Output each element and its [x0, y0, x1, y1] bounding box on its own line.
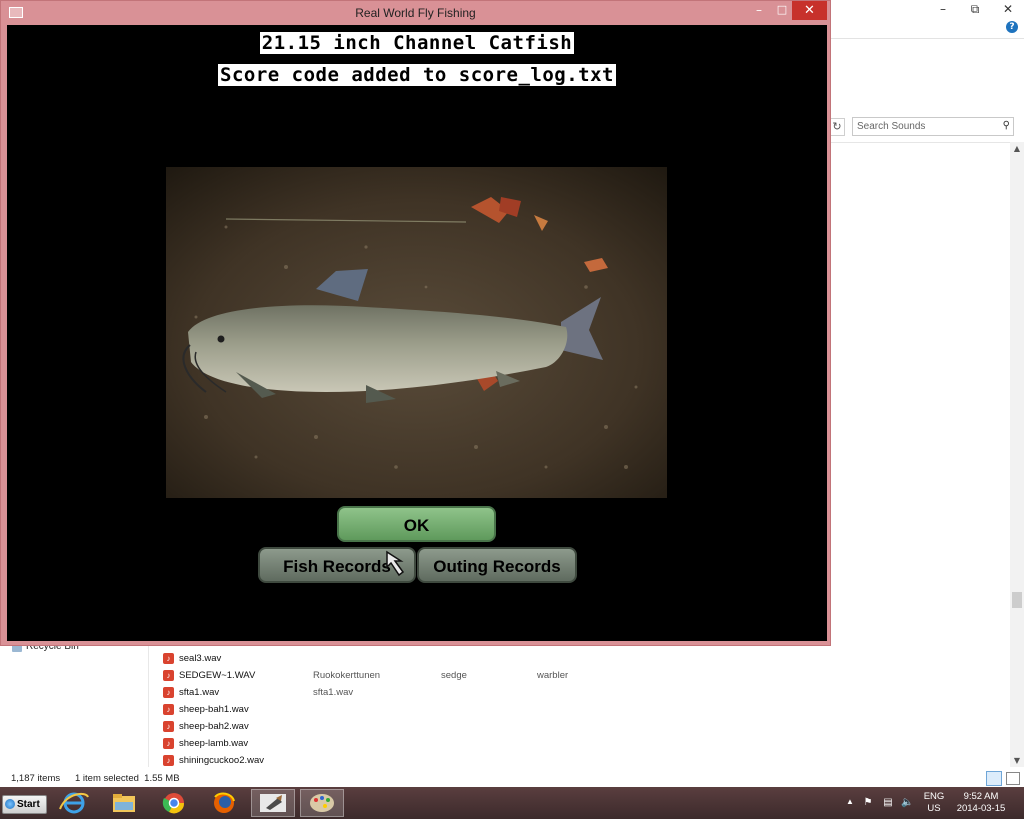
catfish-photo	[166, 167, 667, 498]
explorer-titlebar: – ⧉ ✕	[830, 0, 1024, 18]
file-list-item[interactable]: ♪ SEDGEW~1.WAV Ruokokerttunen sedge warbler	[162, 667, 762, 684]
explorer-ribbon-row: ?	[830, 18, 1024, 39]
large-icons-view-icon[interactable]	[1006, 772, 1020, 785]
minimize-button[interactable]: –	[746, 1, 772, 21]
file-list-item[interactable]: ♪ sfta1.wav sfta1.wav	[162, 684, 762, 701]
network-icon[interactable]: ▤	[882, 797, 894, 808]
audio-file-icon: ♪	[163, 670, 174, 681]
scrollbar-thumb[interactable]	[1012, 592, 1022, 608]
taskbar: Start ▲ ⚑ ▤ 🔈 ENG US 9:52 AM 2014-03-15	[0, 787, 1024, 819]
file-name: sheep-bah1.wav	[179, 704, 249, 715]
navigation-pane: Recycle Bin	[0, 640, 149, 767]
score-caption-text: Score code added to score_log.txt	[218, 64, 616, 86]
volume-icon[interactable]: 🔈	[901, 797, 913, 808]
clock-time: 9:52 AM	[963, 791, 999, 802]
language-code: ENG	[923, 791, 945, 802]
start-label: Start	[17, 799, 40, 810]
explorer-minimize-button[interactable]: –	[930, 0, 956, 18]
file-title: Ruokokerttunen	[313, 670, 381, 681]
selection-info: 1 item selected 1.55 MB	[75, 773, 180, 784]
paint-icon[interactable]	[300, 789, 344, 817]
chrome-icon[interactable]	[152, 789, 196, 817]
catfish-photo-graphic	[166, 167, 667, 498]
search-input[interactable]	[853, 118, 991, 135]
explorer-restore-button[interactable]: ⧉	[962, 0, 988, 18]
file-title: sfta1.wav	[313, 687, 354, 698]
ok-button[interactable]: OK	[337, 506, 496, 542]
file-explorer-icon[interactable]	[102, 789, 146, 817]
refresh-icon[interactable]: ↻	[830, 118, 845, 136]
file-name: shiningcuckoo2.wav	[179, 755, 265, 766]
file-list-scrollbar[interactable]: ▲ ▼	[1010, 142, 1024, 767]
file-list-item[interactable]: ♪ seal3.wav	[162, 650, 762, 667]
maximize-button[interactable]: □	[772, 1, 792, 21]
action-center-flag-icon[interactable]: ⚑	[862, 797, 874, 808]
clock[interactable]: 9:52 AM 2014-03-15	[953, 791, 1009, 815]
audio-file-icon: ♪	[163, 704, 174, 715]
file-contributing-artist: sedge	[441, 670, 467, 681]
show-hidden-icons-icon[interactable]: ▲	[846, 797, 854, 806]
windows-orb-icon	[5, 799, 15, 809]
file-list-item[interactable]: ♪ sheep-bah2.wav	[162, 718, 762, 735]
catch-caption-text: 21.15 inch Channel Catfish	[259, 32, 575, 54]
fly-fishing-window: Real World Fly Fishing – □ ✕ 21.15 inch …	[0, 0, 831, 646]
search-icon[interactable]: ⚲	[1003, 120, 1010, 131]
input-language-indicator[interactable]: ENG US	[922, 791, 946, 815]
column-header-divider	[830, 142, 1024, 143]
game-titlebar[interactable]: Real World Fly Fishing – □ ✕	[1, 1, 830, 25]
outing-records-button[interactable]: Outing Records	[417, 547, 577, 583]
audio-file-icon: ♪	[163, 755, 174, 766]
catch-caption: 21.15 inch Channel Catfish	[7, 32, 827, 54]
search-box[interactable]: ⚲	[852, 117, 1014, 136]
scroll-up-icon[interactable]: ▲	[1010, 144, 1024, 153]
keyboard-layout: US	[927, 803, 941, 814]
file-list-item[interactable]: ♪ shiningcuckoo2.wav	[162, 752, 762, 769]
clock-date: 2014-03-15	[956, 803, 1006, 814]
explorer-address-row: ↻ ⚲	[830, 116, 1024, 138]
file-list-item[interactable]: ♪ sheep-lamb.wav	[162, 735, 762, 752]
scroll-down-icon[interactable]: ▼	[1010, 756, 1024, 765]
internet-explorer-icon[interactable]	[52, 789, 96, 817]
close-button[interactable]: ✕	[792, 1, 827, 20]
file-name: sheep-bah2.wav	[179, 721, 249, 732]
firefox-icon[interactable]	[202, 789, 246, 817]
fly-fishing-app-icon[interactable]	[251, 789, 295, 817]
help-icon[interactable]: ?	[1006, 21, 1018, 33]
file-list-item[interactable]: ♪ sheep-bah1.wav	[162, 701, 762, 718]
window-title: Real World Fly Fishing	[355, 6, 476, 20]
score-caption: Score code added to score_log.txt	[7, 64, 827, 86]
audio-file-icon: ♪	[163, 721, 174, 732]
file-name: sheep-lamb.wav	[179, 738, 249, 749]
audio-file-icon: ♪	[163, 687, 174, 698]
explorer-close-button[interactable]: ✕	[992, 0, 1024, 18]
start-button[interactable]: Start	[2, 795, 47, 814]
status-bar: 1,187 items 1 item selected 1.55 MB	[0, 770, 1024, 787]
system-tray: ▲ ⚑ ▤ 🔈 ENG US 9:52 AM 2014-03-15	[840, 787, 1024, 819]
file-name: seal3.wav	[179, 653, 222, 664]
item-count: 1,187 items	[11, 773, 61, 784]
audio-file-icon: ♪	[163, 653, 174, 664]
details-view-icon[interactable]	[986, 771, 1002, 786]
file-album: warbler	[537, 670, 569, 681]
game-canvas: 21.15 inch Channel Catfish Score code ad…	[7, 25, 827, 641]
file-name: SEDGEW~1.WAV	[179, 670, 256, 681]
audio-file-icon: ♪	[163, 738, 174, 749]
mouse-cursor-icon	[386, 550, 405, 577]
file-name: sfta1.wav	[179, 687, 220, 698]
